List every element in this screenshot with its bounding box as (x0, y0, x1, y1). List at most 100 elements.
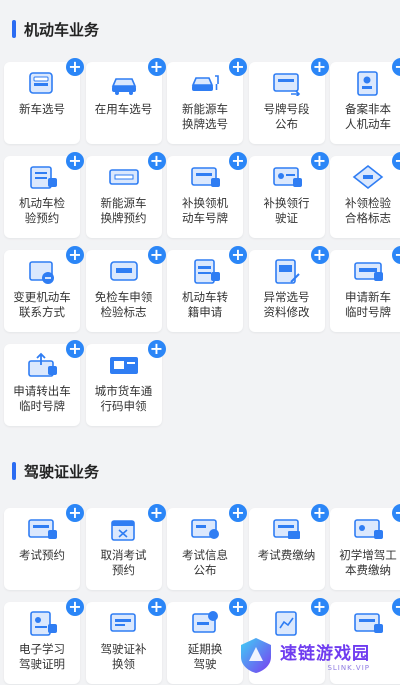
add-plus-icon[interactable]: + (310, 246, 329, 264)
service-tile[interactable]: 城市货车通 行码申领 + (85, 340, 166, 426)
service-tile-label: 补换领行 驶证 (263, 196, 310, 225)
plate-replace-icon (191, 167, 220, 187)
checklist-icon (30, 166, 57, 189)
service-tile-label: 考试信息 公布 (182, 548, 228, 577)
service-tile[interactable]: 变更机动车 联系方式 + (4, 246, 84, 332)
service-tile[interactable]: 考试费缴纳 + (248, 504, 329, 590)
service-tile-label: 新能源车 换牌选号 (182, 102, 228, 131)
section-accent-bar (12, 20, 16, 38)
watermark-subtext: SLINK.VIP (327, 663, 370, 672)
add-plus-icon[interactable]: + (229, 152, 247, 170)
service-tile[interactable]: 延期换 驾驶 + (167, 598, 247, 684)
service-tile-label: 驾驶证补 换领 (100, 642, 147, 671)
service-tile[interactable]: 考试信息 公布 + (167, 504, 247, 590)
add-plus-icon[interactable]: + (66, 58, 84, 76)
service-tile-label: 变更机动车 联系方式 (13, 290, 71, 319)
add-plus-icon[interactable]: + (392, 246, 400, 264)
add-plus-icon[interactable]: + (392, 598, 400, 616)
service-tile[interactable]: 补换领机 动车号牌 + (167, 152, 247, 238)
add-plus-icon[interactable]: + (147, 246, 166, 264)
add-plus-icon[interactable]: + (229, 598, 247, 616)
exam-booking-icon (28, 519, 57, 539)
service-tile-label: 考试预约 (19, 548, 65, 562)
service-tile[interactable]: 申请转出车 临时号牌 + (4, 340, 84, 426)
add-plus-icon[interactable]: + (229, 58, 247, 76)
service-tile-label: 补领检验 合格标志 (345, 196, 391, 225)
service-tile[interactable]: 初学增驾工 本费缴纳 + (330, 504, 400, 590)
service-tile[interactable]: 机动车转 籍申请 + (167, 246, 247, 332)
add-plus-icon[interactable]: + (147, 340, 166, 358)
service-tile-label: 取消考试 预约 (100, 548, 147, 577)
service-tile[interactable]: 新能源车 换牌选号 + (167, 58, 247, 144)
add-plus-icon[interactable]: + (147, 504, 166, 522)
service-tile[interactable]: 补换领行 驶证 + (248, 152, 329, 238)
service-tile-label: 申请转出车 临时号牌 (13, 384, 71, 413)
add-plus-icon[interactable]: + (66, 340, 84, 358)
service-tile-label: 新能源车 换牌预约 (100, 196, 147, 225)
service-tile-label: 机动车检 验预约 (19, 196, 65, 225)
inspection-badge-icon (352, 164, 384, 190)
service-tile-label: 初学增驾工 本费缴纳 (339, 548, 397, 577)
service-tile[interactable]: 补领检验 合格标志 + (330, 152, 400, 238)
service-tile[interactable]: 取消考试 预约 + (85, 504, 166, 590)
service-tile-label: 补换领机 动车号牌 (182, 196, 228, 225)
service-tile[interactable]: 新能源车 换牌预约 + (85, 152, 166, 238)
plate-card-icon (108, 169, 139, 185)
add-plus-icon[interactable]: + (310, 504, 329, 522)
section-title-license: 驾驶证业务 (12, 459, 99, 483)
service-tile-label: 考试费缴纳 (257, 548, 316, 562)
learner-fee-icon (354, 519, 383, 539)
service-tile[interactable]: 号牌号段 公布 + (248, 58, 329, 144)
truck-pass-icon (109, 357, 138, 374)
fee-pay-icon (272, 519, 300, 539)
service-tile[interactable]: 备案非本 人机动车 + (330, 58, 400, 144)
add-plus-icon[interactable]: + (229, 504, 247, 522)
add-plus-icon[interactable]: + (229, 246, 247, 264)
service-tile-label: 异常选号 资料修改 (263, 290, 310, 319)
service-tile[interactable]: 异常选号 资料修改 + (248, 246, 329, 332)
watermark-logo: 速链游戏园 SLINK.VIP (236, 633, 394, 677)
add-plus-icon[interactable]: + (147, 152, 166, 170)
add-plus-icon[interactable]: + (392, 504, 400, 522)
edit-doc-icon (274, 259, 300, 284)
license-card-icon (109, 613, 136, 632)
service-tile-label: 免检车申领 检验标志 (94, 290, 153, 319)
service-tile-label: 号牌号段 公布 (263, 102, 310, 131)
car-front-icon (29, 72, 53, 94)
plate-arrow-icon (272, 73, 300, 96)
section-title-text: 机动车业务 (24, 20, 100, 39)
section-accent-bar (12, 462, 16, 480)
add-plus-icon[interactable]: + (310, 598, 329, 616)
add-plus-icon[interactable]: + (310, 152, 329, 170)
add-plus-icon[interactable]: + (310, 58, 329, 76)
transfer-doc-icon (194, 259, 220, 284)
add-plus-icon[interactable]: + (66, 246, 84, 264)
add-plus-icon[interactable]: + (147, 58, 166, 76)
section-title-text: 驾驶证业务 (24, 462, 100, 481)
watermark-text: 速链游戏园 (280, 643, 370, 664)
add-plus-icon[interactable]: + (392, 58, 400, 76)
service-tile[interactable]: 考试预约 + (4, 504, 84, 590)
service-tile[interactable]: 在用车选号 + (85, 58, 166, 144)
add-plus-icon[interactable]: + (66, 598, 84, 616)
service-tile[interactable]: 机动车检 验预约 + (4, 152, 84, 238)
ev-car-icon (191, 75, 219, 91)
add-plus-icon[interactable]: + (66, 152, 84, 170)
service-tile[interactable]: 免检车申领 检验标志 + (85, 246, 166, 332)
service-tile[interactable]: 申请新车 临时号牌 + (330, 246, 400, 332)
add-plus-icon[interactable]: + (66, 504, 84, 522)
calendar-cancel-icon (110, 520, 135, 541)
service-tile[interactable]: 新车选号 + (4, 58, 84, 144)
add-plus-icon[interactable]: + (392, 152, 400, 170)
exam-info-icon (191, 519, 219, 539)
upload-plate-icon (28, 352, 57, 377)
add-plus-icon[interactable]: + (147, 598, 166, 616)
car-swap-icon (111, 78, 136, 95)
service-tile-label: 电子学习 驾驶证明 (19, 642, 65, 671)
extend-license-icon (192, 611, 218, 633)
service-tile-label: 备案非本 人机动车 (345, 102, 391, 131)
service-tile[interactable]: 电子学习 驾驶证明 + (4, 598, 84, 684)
contact-change-icon (29, 261, 54, 284)
service-tile[interactable]: 驾驶证补 换领 + (85, 598, 166, 684)
service-tile-label: 城市货车通 行码申领 (94, 384, 153, 413)
